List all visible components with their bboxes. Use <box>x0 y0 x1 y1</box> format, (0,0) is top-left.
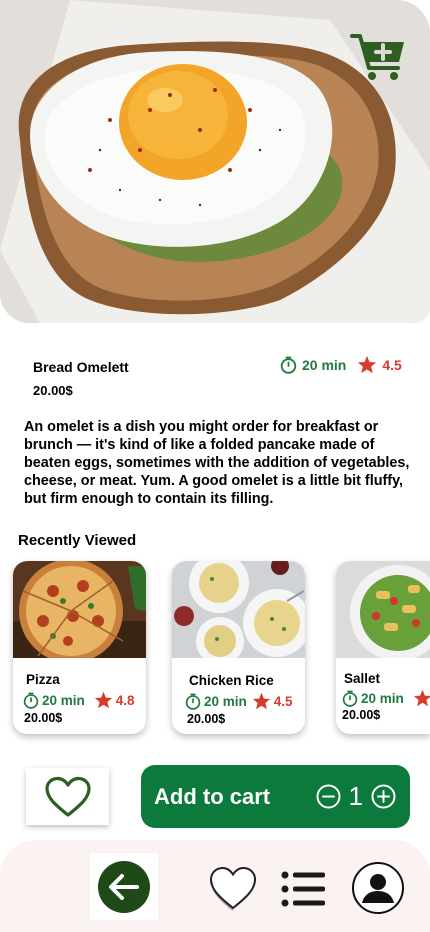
pizza-image <box>13 561 146 658</box>
product-rating: 4.5 <box>382 356 402 373</box>
add-to-cart-button[interactable]: Add to cart 1 <box>141 765 410 828</box>
heart-icon[interactable] <box>209 866 257 912</box>
favorite-button[interactable] <box>26 768 109 825</box>
star-icon <box>358 355 377 374</box>
recent-card-chicken-rice[interactable]: Chicken Rice 20 min 4.5 20.00$ <box>172 561 305 734</box>
heart-icon <box>44 776 91 817</box>
card-name: Chicken Rice <box>189 673 274 688</box>
card-time: 20 min <box>42 692 85 708</box>
card-price: 20.00$ <box>24 711 63 725</box>
star-icon <box>413 689 430 707</box>
timer-icon <box>280 356 297 374</box>
star-icon <box>252 692 270 710</box>
quantity-value: 1 <box>348 781 363 811</box>
card-meta: 20 min 4.8 <box>23 691 135 709</box>
salad-image <box>336 561 430 658</box>
chicken-rice-image <box>172 561 305 658</box>
star-icon <box>94 691 112 709</box>
profile-icon[interactable] <box>351 861 405 915</box>
add-to-cart-icon[interactable] <box>350 28 408 84</box>
recent-card-sallet[interactable]: Sallet 20 min 20.00$ <box>336 561 430 734</box>
timer-icon <box>23 692 39 709</box>
recently-viewed-heading: Recently Viewed <box>18 532 137 549</box>
timer-icon <box>342 690 358 707</box>
product-description: An omelet is a dish you might order for … <box>24 419 410 507</box>
nav-back-button[interactable] <box>90 853 158 920</box>
product-price: 20.00$ <box>33 383 73 398</box>
product-time: 20 min <box>302 356 347 373</box>
plus-icon[interactable] <box>371 784 396 809</box>
list-icon[interactable] <box>281 870 327 910</box>
card-price: 20.00$ <box>187 712 226 726</box>
card-price: 20.00$ <box>342 708 381 722</box>
card-meta: 20 min 4.5 <box>185 692 293 710</box>
minus-icon[interactable] <box>316 784 341 809</box>
add-to-cart-label: Add to cart <box>154 783 271 809</box>
card-name: Sallet <box>344 671 381 686</box>
quantity-stepper: 1 <box>316 781 396 812</box>
back-arrow-icon <box>98 860 150 913</box>
card-meta: 20 min <box>342 689 430 707</box>
card-rating: 4.8 <box>115 692 135 708</box>
card-time: 20 min <box>204 693 247 709</box>
card-rating: 4.5 <box>273 693 293 709</box>
recent-card-pizza[interactable]: Pizza 20 min 4.8 20.00$ <box>13 561 146 734</box>
product-meta: 20 min 4.5 <box>280 355 402 374</box>
timer-icon <box>185 693 201 710</box>
bottom-navigation <box>0 840 430 932</box>
card-time: 20 min <box>361 690 404 706</box>
product-title: Bread Omelett <box>33 359 129 375</box>
hero-image <box>0 0 430 323</box>
card-name: Pizza <box>26 672 60 687</box>
